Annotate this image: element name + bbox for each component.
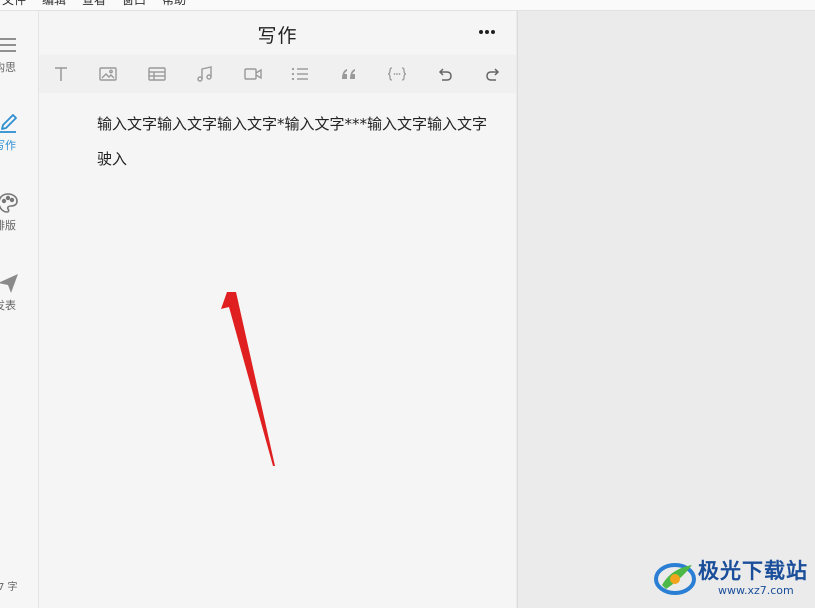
watermark-logo-icon bbox=[654, 563, 696, 595]
sidebar-item-brainstorm[interactable]: 构思 bbox=[0, 33, 38, 83]
music-icon[interactable] bbox=[193, 65, 217, 83]
dot bbox=[479, 30, 483, 34]
watermark-text: 极光下载站 bbox=[698, 559, 808, 583]
quote-icon[interactable] bbox=[337, 65, 361, 83]
watermark-url: www.xz7.com bbox=[718, 584, 794, 597]
redo-icon[interactable] bbox=[481, 65, 505, 83]
menu-bar: 文件 编辑 查看 窗口 帮助 bbox=[0, 0, 815, 11]
image-icon[interactable] bbox=[96, 65, 120, 83]
palette-icon bbox=[0, 191, 20, 215]
sidebar-item-layout[interactable]: 排版 bbox=[0, 191, 38, 241]
editor-content[interactable]: 输入文字输入文字输入文字*输入文字***输入文字输入文字 驶入 bbox=[65, 111, 495, 173]
menu-edit[interactable]: 编辑 bbox=[40, 0, 68, 8]
paragraph[interactable]: 驶入 bbox=[65, 146, 495, 173]
sidebar-item-write[interactable]: 写作 bbox=[0, 111, 38, 161]
format-toolbar bbox=[39, 55, 516, 93]
send-icon bbox=[0, 271, 20, 295]
dot bbox=[491, 30, 495, 34]
sidebar-item-label: 构思 bbox=[0, 61, 16, 74]
undo-icon[interactable] bbox=[433, 65, 457, 83]
editor-pane: 写作 输入文字输入文字输入文字*输入文字***输入文字输入文字 驶入 bbox=[39, 11, 516, 608]
page-title: 写作 bbox=[257, 25, 298, 47]
menu-view[interactable]: 查看 bbox=[80, 0, 108, 8]
table-icon[interactable] bbox=[145, 65, 169, 83]
sidebar: 构思 写作 排版 发表 7 字 bbox=[0, 11, 39, 608]
sidebar-item-label: 写作 bbox=[0, 139, 16, 152]
code-icon[interactable] bbox=[385, 65, 409, 83]
menu-window[interactable]: 窗口 bbox=[120, 0, 148, 8]
sidebar-item-publish[interactable]: 发表 bbox=[0, 271, 38, 321]
pen-icon bbox=[0, 111, 20, 135]
more-button[interactable] bbox=[474, 23, 500, 41]
preview-pane bbox=[517, 11, 815, 608]
list-icon bbox=[0, 33, 20, 57]
menu-file[interactable]: 文件 bbox=[0, 0, 28, 8]
sidebar-item-label: 排版 bbox=[0, 219, 16, 232]
list-icon[interactable] bbox=[288, 65, 312, 83]
paragraph[interactable]: 输入文字输入文字输入文字*输入文字***输入文字输入文字 bbox=[65, 111, 495, 138]
annotation-arrow bbox=[221, 292, 275, 466]
text-icon[interactable] bbox=[49, 65, 73, 83]
editor-header: 写作 bbox=[39, 11, 516, 55]
word-count: 7 字 bbox=[0, 582, 18, 593]
menu-help[interactable]: 帮助 bbox=[160, 0, 188, 8]
dot bbox=[485, 30, 489, 34]
sidebar-item-label: 发表 bbox=[0, 299, 16, 312]
watermark: 极光下载站 www.xz7.com bbox=[650, 553, 810, 605]
video-icon[interactable] bbox=[241, 65, 265, 83]
